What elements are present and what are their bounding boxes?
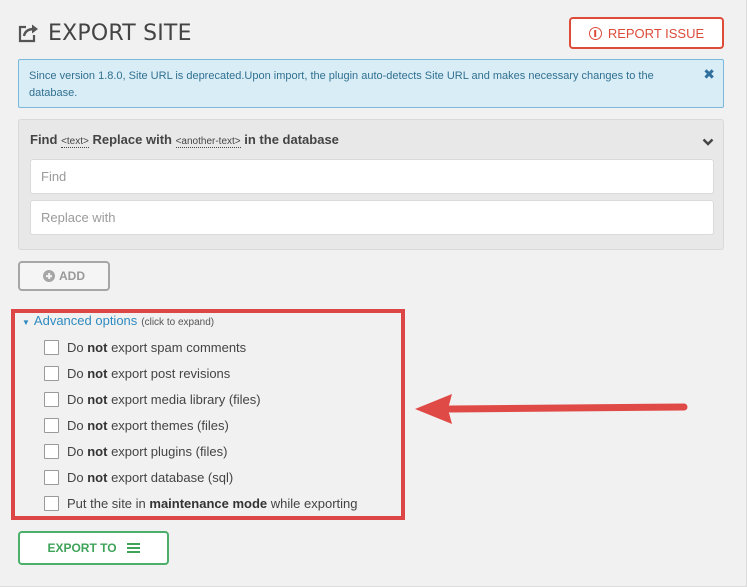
option-label-prefix: Do bbox=[67, 443, 88, 459]
option-label-suffix: export themes (files) bbox=[107, 417, 229, 433]
heading-replace: Replace with bbox=[92, 132, 172, 147]
option-label-emphasis: not bbox=[87, 469, 108, 485]
report-issue-label: REPORT ISSUE bbox=[607, 25, 705, 41]
advanced-options-toggle[interactable]: ▼ Advanced options (click to expand) bbox=[22, 313, 214, 328]
deprecation-notice: Since version 1.8.0, Site URL is depreca… bbox=[18, 59, 724, 108]
option-checkbox[interactable] bbox=[44, 443, 59, 459]
option-label-suffix: while exporting bbox=[267, 495, 358, 511]
find-replace-panel: Find <text> Replace with <another-text> … bbox=[18, 119, 724, 250]
advanced-option-row[interactable]: Do not export themes (files) bbox=[44, 416, 229, 434]
menu-icon bbox=[126, 543, 140, 553]
option-label: Do not export spam comments bbox=[67, 340, 246, 355]
option-label-emphasis: maintenance mode bbox=[149, 495, 268, 511]
option-label-prefix: Do bbox=[67, 469, 88, 485]
option-label: Do not export plugins (files) bbox=[67, 444, 227, 459]
arrow-left-icon bbox=[415, 394, 688, 424]
option-label-emphasis: not bbox=[87, 391, 108, 407]
option-checkbox[interactable] bbox=[44, 417, 59, 433]
advanced-option-row[interactable]: Do not export plugins (files) bbox=[44, 442, 227, 460]
export-icon bbox=[18, 23, 40, 43]
add-button[interactable]: ADD bbox=[18, 261, 110, 291]
triangle-down-icon: ▼ bbox=[22, 318, 30, 327]
advanced-option-row[interactable]: Do not export spam comments bbox=[44, 338, 246, 356]
option-label-prefix: Do bbox=[67, 417, 88, 433]
advanced-options-label: Advanced options bbox=[33, 313, 138, 328]
another-text-tag: <another-text> bbox=[175, 136, 241, 148]
option-label: Do not export media library (files) bbox=[67, 392, 261, 407]
page-title: EXPORT SITE bbox=[48, 20, 192, 46]
text-tag: <text> bbox=[61, 136, 89, 148]
heading-find: Find bbox=[30, 132, 58, 147]
option-checkbox[interactable] bbox=[44, 469, 59, 485]
option-label-emphasis: not bbox=[87, 443, 108, 459]
find-input[interactable] bbox=[30, 159, 714, 194]
advanced-option-row[interactable]: Do not export post revisions bbox=[44, 364, 230, 382]
option-label-suffix: export media library (files) bbox=[107, 391, 261, 407]
option-label-suffix: export post revisions bbox=[107, 365, 231, 381]
notice-text: Since version 1.8.0, Site URL is depreca… bbox=[29, 70, 654, 99]
heading-suffix: in the database bbox=[244, 132, 339, 147]
option-label: Put the site in maintenance mode while e… bbox=[67, 496, 357, 511]
option-label: Do not export database (sql) bbox=[67, 470, 233, 485]
advanced-options-hint: (click to expand) bbox=[141, 317, 215, 328]
option-label-emphasis: not bbox=[87, 365, 108, 381]
option-label: Do not export post revisions bbox=[67, 366, 230, 381]
option-label-emphasis: not bbox=[87, 417, 108, 433]
option-label-emphasis: not bbox=[87, 339, 108, 355]
option-checkbox[interactable] bbox=[44, 391, 59, 407]
export-to-label: EXPORT TO bbox=[47, 541, 117, 555]
option-label-prefix: Put the site in bbox=[67, 495, 150, 511]
option-label-suffix: export database (sql) bbox=[107, 469, 234, 485]
option-label-prefix: Do bbox=[67, 365, 88, 381]
alert-circle-icon bbox=[588, 26, 602, 40]
option-label-prefix: Do bbox=[67, 339, 88, 355]
close-icon[interactable]: ✖ bbox=[703, 67, 715, 81]
report-issue-button[interactable]: REPORT ISSUE bbox=[569, 17, 724, 49]
advanced-option-row[interactable]: Put the site in maintenance mode while e… bbox=[44, 494, 357, 512]
option-checkbox[interactable] bbox=[44, 365, 59, 381]
advanced-option-row[interactable]: Do not export database (sql) bbox=[44, 468, 233, 486]
option-label-suffix: export spam comments bbox=[107, 339, 247, 355]
add-label: ADD bbox=[59, 269, 85, 283]
option-label-prefix: Do bbox=[67, 391, 88, 407]
option-checkbox[interactable] bbox=[44, 339, 59, 355]
plus-circle-icon bbox=[43, 270, 55, 282]
option-label-suffix: export plugins (files) bbox=[107, 443, 228, 459]
option-label: Do not export themes (files) bbox=[67, 418, 229, 433]
chevron-down-icon[interactable] bbox=[702, 134, 714, 146]
page-header: EXPORT SITE bbox=[18, 16, 192, 50]
option-checkbox[interactable] bbox=[44, 495, 59, 511]
replace-input[interactable] bbox=[30, 200, 714, 235]
find-replace-heading: Find <text> Replace with <another-text> … bbox=[30, 132, 339, 148]
export-to-button[interactable]: EXPORT TO bbox=[18, 531, 169, 565]
advanced-option-row[interactable]: Do not export media library (files) bbox=[44, 390, 261, 408]
